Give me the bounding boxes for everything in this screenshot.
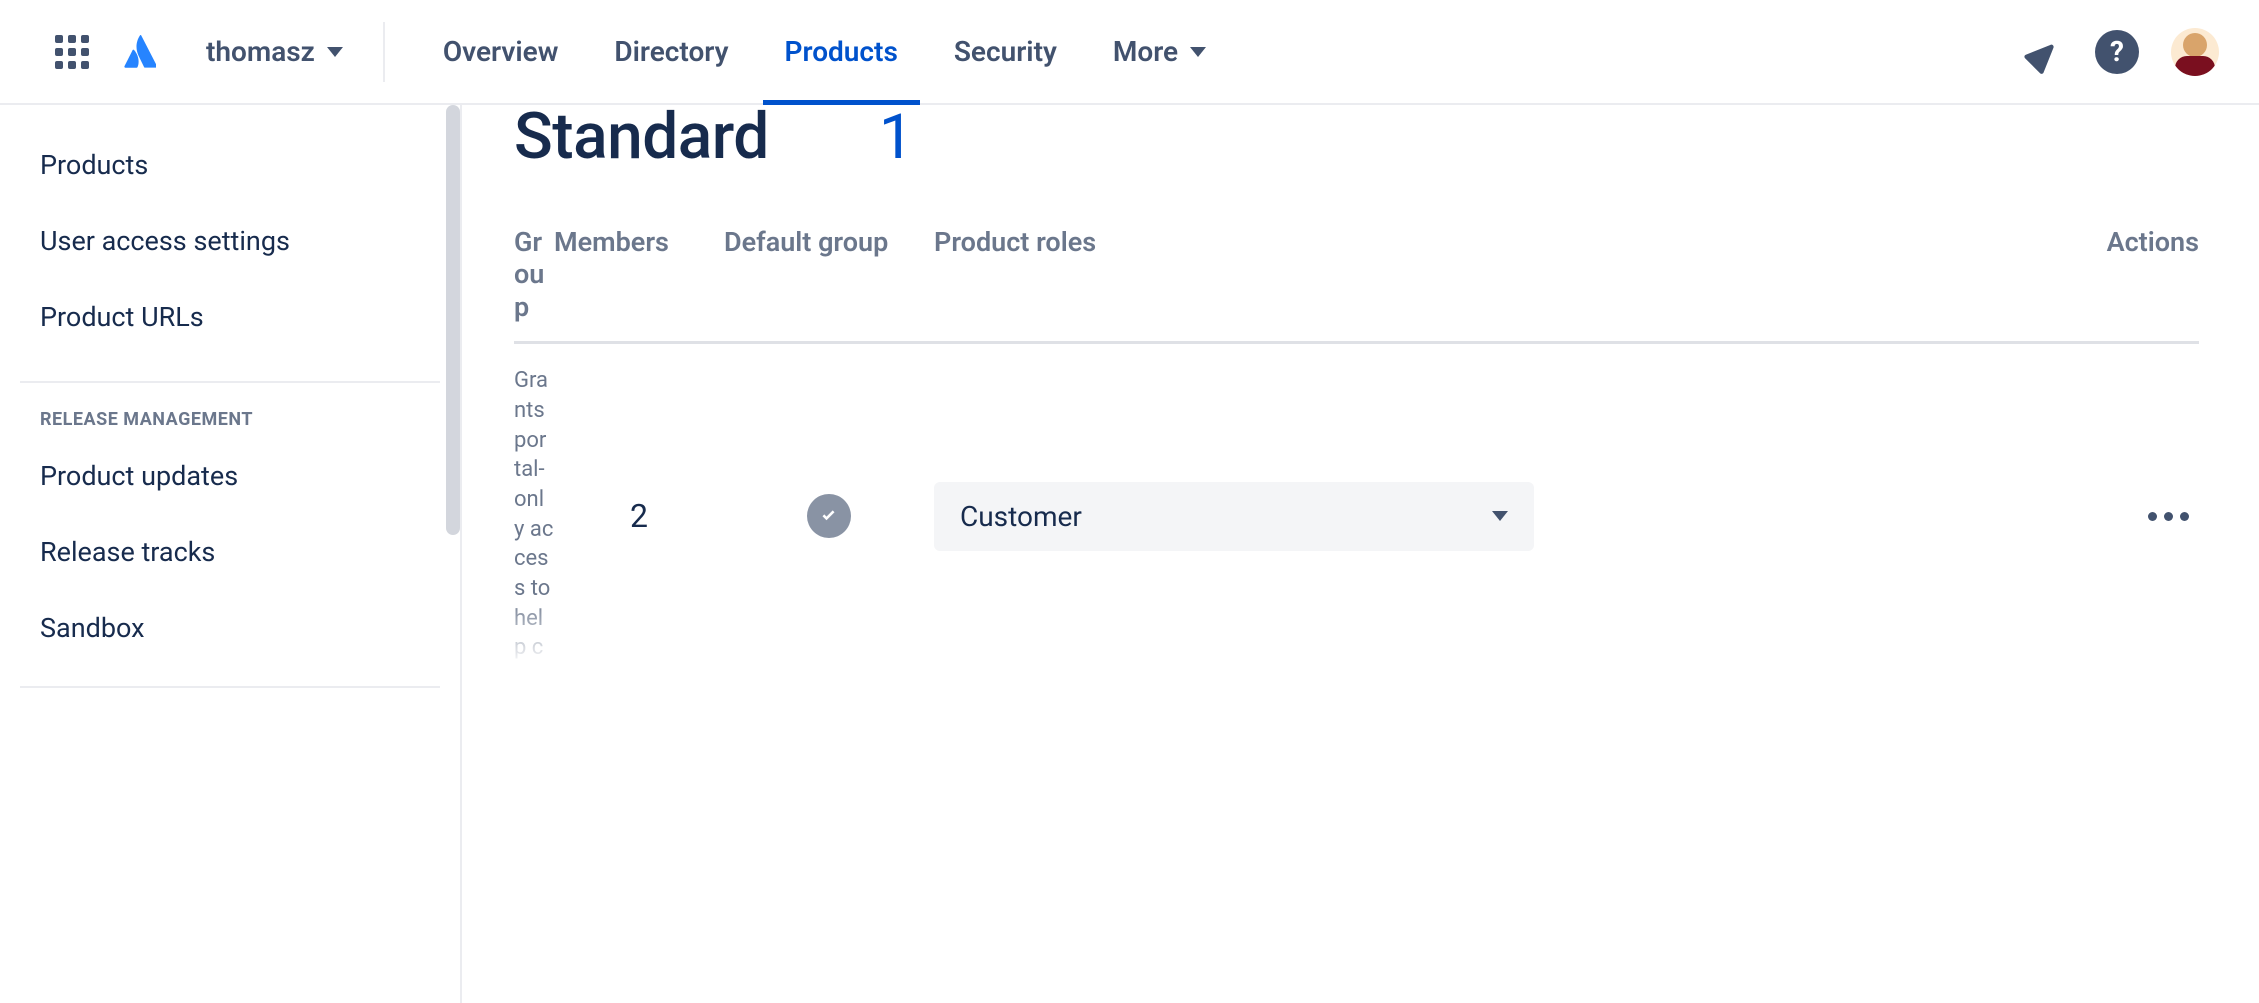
table-header-row: Group Members Default group Product role… xyxy=(514,226,2199,344)
user-avatar[interactable] xyxy=(2171,28,2219,76)
sidebar-item-product-urls[interactable]: Product URLs xyxy=(0,279,460,355)
sidebar-section-release: RELEASE MANAGEMENT xyxy=(20,381,440,430)
sidebar-divider xyxy=(20,686,440,688)
nav-security[interactable]: Security xyxy=(926,0,1085,103)
cell-group-desc: Grants portal-only access to help center… xyxy=(514,366,554,666)
help-icon[interactable]: ? xyxy=(2095,30,2139,74)
cell-default xyxy=(724,494,934,538)
th-group: Group xyxy=(514,226,554,323)
sidebar: Products User access settings Product UR… xyxy=(0,105,460,1003)
workspace-switcher[interactable]: thomasz xyxy=(206,22,385,82)
sidebar-item-products[interactable]: Products xyxy=(0,127,460,203)
th-members: Members xyxy=(554,226,724,258)
nav-products[interactable]: Products xyxy=(757,0,926,103)
th-default-group: Default group xyxy=(724,226,934,258)
primary-nav: Overview Directory Products Security Mor… xyxy=(415,0,1234,103)
page-count: 1 xyxy=(879,101,914,174)
more-actions-icon[interactable] xyxy=(2138,502,2199,531)
groups-table: Group Members Default group Product role… xyxy=(514,226,2199,688)
notifications-icon[interactable] xyxy=(2019,30,2063,74)
sidebar-item-user-access[interactable]: User access settings xyxy=(0,203,460,279)
chevron-down-icon xyxy=(1492,511,1508,521)
role-select-value: Customer xyxy=(960,500,1082,533)
atlassian-logo-icon[interactable] xyxy=(120,34,156,70)
role-select[interactable]: Customer xyxy=(934,482,1534,551)
check-icon xyxy=(807,494,851,538)
sidebar-scrollbar[interactable] xyxy=(446,105,460,535)
cell-members: 2 xyxy=(554,497,724,535)
table-row: Grants portal-only access to help center… xyxy=(514,344,2199,688)
th-actions: Actions xyxy=(2049,226,2199,258)
nav-more[interactable]: More xyxy=(1085,0,1234,103)
th-product-roles: Product roles xyxy=(934,226,2049,258)
cell-roles: Customer xyxy=(934,482,2049,551)
app-switcher-icon[interactable] xyxy=(54,34,90,70)
page-title: Standard xyxy=(514,99,769,174)
sidebar-item-sandbox[interactable]: Sandbox xyxy=(0,590,460,666)
nav-directory[interactable]: Directory xyxy=(586,0,756,103)
nav-right: ? xyxy=(2019,28,2219,76)
sidebar-item-release-tracks[interactable]: Release tracks xyxy=(0,514,460,590)
cell-actions xyxy=(2049,502,2199,531)
chevron-down-icon xyxy=(327,47,343,57)
nav-overview[interactable]: Overview xyxy=(415,0,587,103)
main-content: Standard 1 Group Members Default group P… xyxy=(460,105,2259,1003)
workspace-name: thomasz xyxy=(206,35,315,68)
sidebar-item-product-updates[interactable]: Product updates xyxy=(0,438,460,514)
top-nav: thomasz Overview Directory Products Secu… xyxy=(0,0,2259,105)
chevron-down-icon xyxy=(1190,47,1206,57)
